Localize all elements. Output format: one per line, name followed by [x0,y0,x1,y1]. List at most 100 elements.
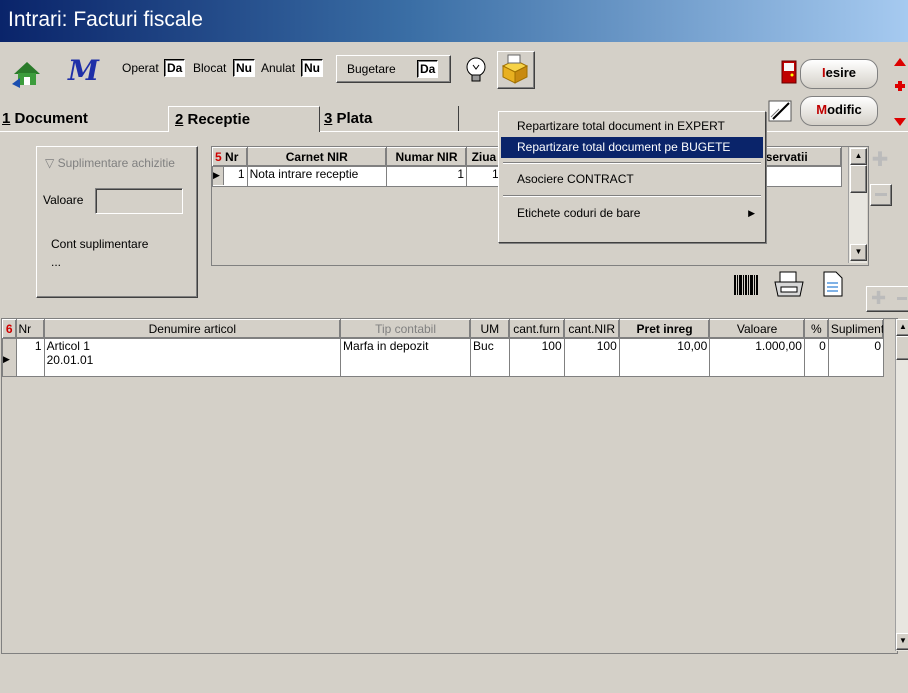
col-suplimente[interactable]: Suplimente [827,319,885,339]
bugetare-group: Bugetare Da [336,55,451,83]
row-denumire-code: 20.01.01 [46,353,94,367]
row-cant-nir[interactable]: 100 [563,338,620,377]
row-cant-furn[interactable]: 100 [508,338,565,377]
menu-item-repartizare-bugete[interactable]: Repartizare total document pe BUGETE [501,137,763,158]
m-logo-icon[interactable]: M [66,54,110,87]
tab-document[interactable]: 1 Document [0,106,150,131]
row-indicator-icon [213,167,224,185]
anulat-label: Anulat [261,61,296,75]
iesire-button[interactable]: Iesire [800,59,878,89]
menu-item-asociere-contract[interactable]: Asociere CONTRACT [501,169,763,190]
articles-scrollbar[interactable]: ▲ ▼ [895,319,908,651]
row-tip-contabil[interactable]: Marfa in depozit [340,338,472,377]
tab-receptie-key: 2 [175,111,184,128]
add-row-icon[interactable]: ✚ [870,150,890,170]
remove-row-button[interactable] [870,184,892,206]
nir-row-ziua[interactable]: 1 [466,166,502,187]
tab-line [0,131,908,132]
suplimentare-toggle[interactable]: ▽ Suplimentare achizitie [45,156,175,170]
package-button[interactable] [497,51,535,89]
scroll-down-icon[interactable]: ▼ [896,633,908,650]
col-tip-contabil[interactable]: Tip contabil [340,319,472,339]
row-denumire[interactable]: Articol 1 20.01.01 [43,338,342,377]
window-title: Intrari: Facturi fiscale [8,8,203,31]
printer-icon[interactable] [772,270,806,300]
scroll-thumb[interactable] [896,336,908,360]
scroll-up-icon[interactable]: ▲ [896,319,908,336]
col-carnet-nir[interactable]: Carnet NIR [246,147,387,167]
valoare-input[interactable] [95,188,183,214]
scroll-down-icon[interactable]: ▼ [850,244,867,261]
tab-receptie[interactable]: 2 Receptie [168,106,320,132]
barcode-icon[interactable] [732,272,760,298]
iesire-label: esire [825,65,856,80]
up-arrow-icon [894,58,906,66]
cont-suplimentare-label: Cont suplimentare [51,237,149,251]
menu-item-etichete-coduri[interactable]: Etichete coduri de bare ▶ [501,203,763,224]
tab-plata[interactable]: 3 Plata [318,106,459,131]
articles-grid-number: 6 [2,319,17,339]
articles-grid: 6 Nr Denumire articol Tip contabil UM ca… [2,319,885,377]
edit-pen-icon[interactable] [767,97,795,125]
nir-grid-number: 5 [215,150,222,164]
blocat-label: Blocat [193,61,227,75]
operat-flag[interactable]: Da [164,59,186,77]
col-um[interactable]: UM [470,319,510,339]
articles-add-remove: ✚ [866,286,908,312]
bugetare-label: Bugetare [347,62,396,76]
col-cant-nir[interactable]: cant.NIR [563,319,620,339]
menu-separator [503,195,761,197]
suplimentare-panel: ▽ Suplimentare achizitie Valoare Cont su… [36,146,198,298]
col-denumire[interactable]: Denumire articol [43,319,342,339]
row-pret-inreg[interactable]: 10,00 [618,338,711,377]
remove-article-icon[interactable] [897,297,907,300]
row-procent[interactable]: 0 [803,338,829,377]
plus-icon [898,81,902,91]
col-procent[interactable]: % [803,319,829,339]
row-denumire-name: Articol 1 [46,339,90,353]
tab-document-key: 1 [2,110,11,127]
tab-receptie-label: Receptie [183,111,251,128]
col-nr[interactable]: Nr [15,319,45,339]
row-suplimente[interactable]: 0 [827,338,885,377]
tab-plata-key: 3 [324,110,333,127]
exit-door-icon[interactable] [781,60,797,84]
nir-row-cell-nr: 1 [212,166,248,187]
nir-grid-header-nr[interactable]: 5 Nr [212,147,248,167]
tab-plata-label: Plata [332,110,373,127]
suplimentare-label: Suplimentare achizitie [57,156,175,170]
scroll-thumb[interactable] [850,165,867,193]
nir-side-buttons: ✚ [870,150,892,214]
blocat-flag[interactable]: Nu [233,59,255,77]
side-arrows [892,54,908,130]
anulat-flag[interactable]: Nu [301,59,323,77]
add-article-icon[interactable]: ✚ [871,288,886,309]
nir-scrollbar[interactable]: ▲ ▼ [848,147,867,263]
col-numar-nir[interactable]: Numar NIR [385,147,468,167]
table-row[interactable]: 1 Articol 1 20.01.01 Marfa in depozit Bu… [2,338,885,377]
scroll-up-icon[interactable]: ▲ [850,148,867,165]
operat-label: Operat [122,61,159,75]
nir-row-numar[interactable]: 1 [385,166,468,187]
col-ziua[interactable]: Ziua [466,147,502,167]
package-icon [501,54,529,84]
row-nr[interactable]: 1 [15,338,45,377]
home-icon[interactable] [10,54,44,88]
row-valoare[interactable]: 1.000,00 [709,338,805,377]
row-um[interactable]: Buc [470,338,510,377]
col-cant-furn[interactable]: cant.furn [508,319,565,339]
lightbulb-icon[interactable] [462,55,490,85]
nir-row-carnet[interactable]: Nota intrare receptie [246,166,387,187]
modific-hotkey: M [816,102,828,117]
submenu-arrow-icon: ▶ [748,208,755,218]
menu-item-repartizare-expert[interactable]: Repartizare total document in EXPERT [501,116,763,137]
document-icon[interactable] [822,270,844,298]
bugetare-flag[interactable]: Da [417,60,439,78]
modific-button[interactable]: Modific [800,96,878,126]
col-valoare[interactable]: Valoare [709,319,805,339]
modific-label: odific [827,102,862,117]
col-pret-inreg[interactable]: Pret inreg [618,319,711,339]
row-indicator-icon [2,338,17,377]
cont-suplimentare-value[interactable]: ... [51,255,61,269]
minus-icon [875,193,887,196]
